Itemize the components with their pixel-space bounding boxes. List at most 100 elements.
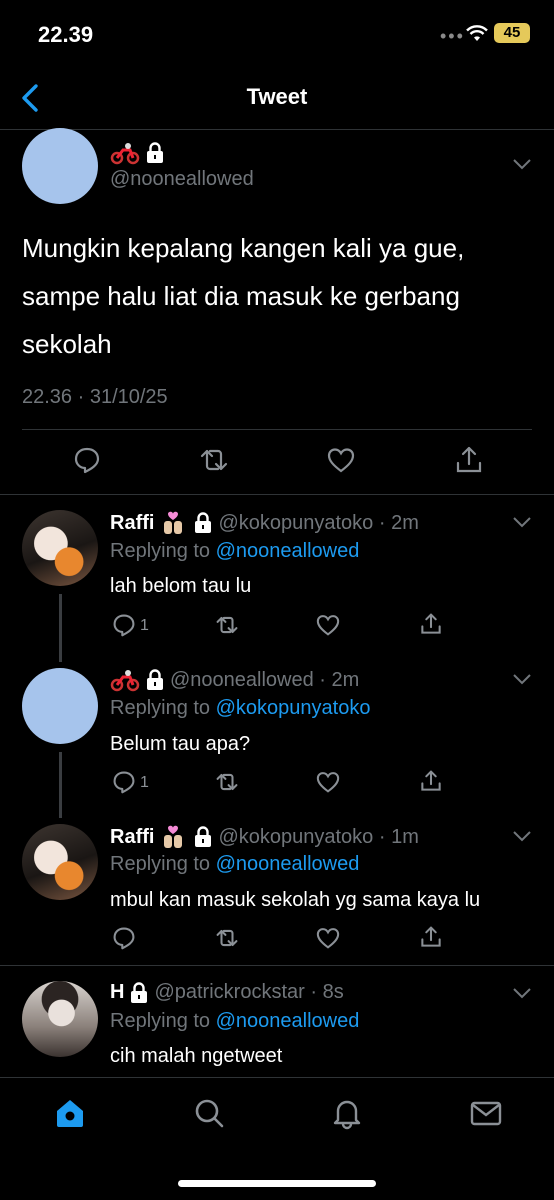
avatar[interactable] [22, 128, 98, 204]
avatar[interactable] [22, 668, 98, 744]
author-handle[interactable]: @patrickrockstar [154, 981, 304, 1004]
reply-time: 1m [391, 825, 419, 848]
motorcycle-emoji [110, 670, 140, 692]
reply-time: 8s [322, 981, 344, 1003]
author-name[interactable]: Raffi [110, 512, 154, 535]
lock-icon [147, 142, 163, 163]
reply-text: mbul kan masuk sekolah yg sama kaya lu [110, 889, 481, 911]
chevron-down-icon[interactable] [512, 830, 532, 842]
like-button[interactable] [327, 447, 355, 473]
mention-link[interactable]: @kokopunyatoko [216, 697, 371, 719]
replying-to: Replying to @nooneallowed [110, 853, 360, 875]
mention-link[interactable]: @nooneallowed [216, 540, 360, 562]
speech-bubble-icon [113, 614, 135, 637]
avatar[interactable] [22, 981, 98, 1057]
lock-icon [195, 512, 212, 533]
top-nav: Tweet [0, 66, 554, 130]
author-handle[interactable]: @kokopunyatoko [218, 512, 373, 535]
like-button[interactable] [316, 927, 340, 949]
reply-button[interactable] [112, 926, 136, 950]
lock-icon [195, 826, 212, 847]
retweet-icon [216, 929, 238, 947]
heart-icon [316, 928, 340, 949]
reply-text: Belum tau apa? [110, 733, 251, 755]
retweet-button[interactable] [214, 927, 240, 949]
share-button[interactable] [420, 769, 442, 793]
search-icon[interactable] [192, 1096, 226, 1130]
like-button[interactable] [316, 614, 340, 636]
heart-icon [316, 615, 340, 636]
divider [0, 494, 554, 495]
chevron-down-icon[interactable] [512, 673, 532, 685]
author-handle[interactable]: @nooneallowed [170, 669, 314, 692]
share-button[interactable] [420, 925, 442, 949]
share-icon [456, 446, 482, 473]
share-button[interactable] [455, 445, 483, 475]
reply-author-row: @nooneallowed · 2m [110, 667, 359, 693]
speech-bubble-icon [74, 447, 100, 474]
reply-count: 1 [140, 774, 149, 791]
bell-icon[interactable] [330, 1096, 364, 1130]
author-handle[interactable]: @kokopunyatoko [218, 826, 373, 849]
replying-to: Replying to @nooneallowed [110, 1010, 360, 1032]
retweet-icon [200, 449, 228, 471]
retweet-button[interactable] [214, 771, 240, 793]
speech-bubble-icon [113, 927, 135, 950]
thread-line [59, 594, 62, 662]
mention-link[interactable]: @nooneallowed [216, 1010, 360, 1032]
separator-dot: · [373, 825, 392, 848]
heart-icon [316, 772, 340, 793]
speech-bubble-icon [113, 771, 135, 794]
tweet-timestamp: 22.36 · 31/10/25 [22, 386, 168, 408]
avatar[interactable] [22, 824, 98, 900]
author-name[interactable]: H [110, 981, 124, 1004]
battery-indicator: 45 [494, 23, 530, 43]
motorcycle-emoji [110, 143, 140, 165]
heart-icon [327, 448, 355, 473]
reply-text: cih malah ngetweet [110, 1045, 283, 1067]
reply-count: 1 [140, 617, 149, 634]
like-button[interactable] [316, 771, 340, 793]
tweet-text: Mungkin kepalang kangen kali ya gue, sam… [22, 233, 465, 359]
chevron-down-icon[interactable] [512, 987, 532, 999]
mention-link[interactable]: @nooneallowed [216, 853, 360, 875]
share-icon [421, 926, 441, 947]
reply-button[interactable] [112, 770, 136, 794]
reply-button[interactable] [112, 613, 136, 637]
envelope-icon[interactable] [469, 1096, 503, 1130]
reply-time: 2m [391, 511, 419, 534]
divider [22, 429, 532, 430]
hands-heart-emoji [164, 511, 183, 534]
chevron-down-icon[interactable] [512, 158, 532, 170]
hands-heart-emoji [164, 825, 183, 848]
reply-text: lah belom tau lu [110, 575, 252, 597]
thread-line [59, 752, 62, 818]
retweet-icon [216, 616, 238, 634]
reply-time: 2m [331, 668, 360, 691]
share-button[interactable] [420, 612, 442, 636]
separator-dot: · [373, 511, 392, 534]
page-title: Tweet [246, 84, 308, 109]
status-time: 22.39 [38, 22, 94, 47]
main-author-row [110, 140, 170, 166]
separator-dot: · [313, 668, 332, 691]
lock-icon [131, 981, 148, 1003]
home-icon[interactable] [53, 1096, 87, 1130]
retweet-button[interactable] [198, 446, 230, 474]
author-handle[interactable]: @nooneallowed [110, 168, 254, 191]
status-bar: 22.39 ••• 45 [0, 0, 554, 66]
share-icon [421, 770, 441, 791]
chevron-down-icon[interactable] [512, 516, 532, 528]
replying-to: Replying to @nooneallowed [110, 540, 360, 562]
retweet-icon [216, 773, 238, 791]
reply-author-row: Raffi @kokopunyatoko · 2m [110, 510, 419, 536]
replying-to: Replying to @kokopunyatoko [110, 697, 371, 719]
signal-icon: ••• [440, 26, 465, 46]
wifi-icon [466, 25, 488, 41]
reply-author-row: H @patrickrockstar · 8s [110, 981, 344, 1004]
reply-button[interactable] [73, 446, 101, 474]
author-name[interactable]: Raffi [110, 826, 154, 849]
home-indicator [178, 1180, 376, 1187]
retweet-button[interactable] [214, 614, 240, 636]
avatar[interactable] [22, 510, 98, 586]
